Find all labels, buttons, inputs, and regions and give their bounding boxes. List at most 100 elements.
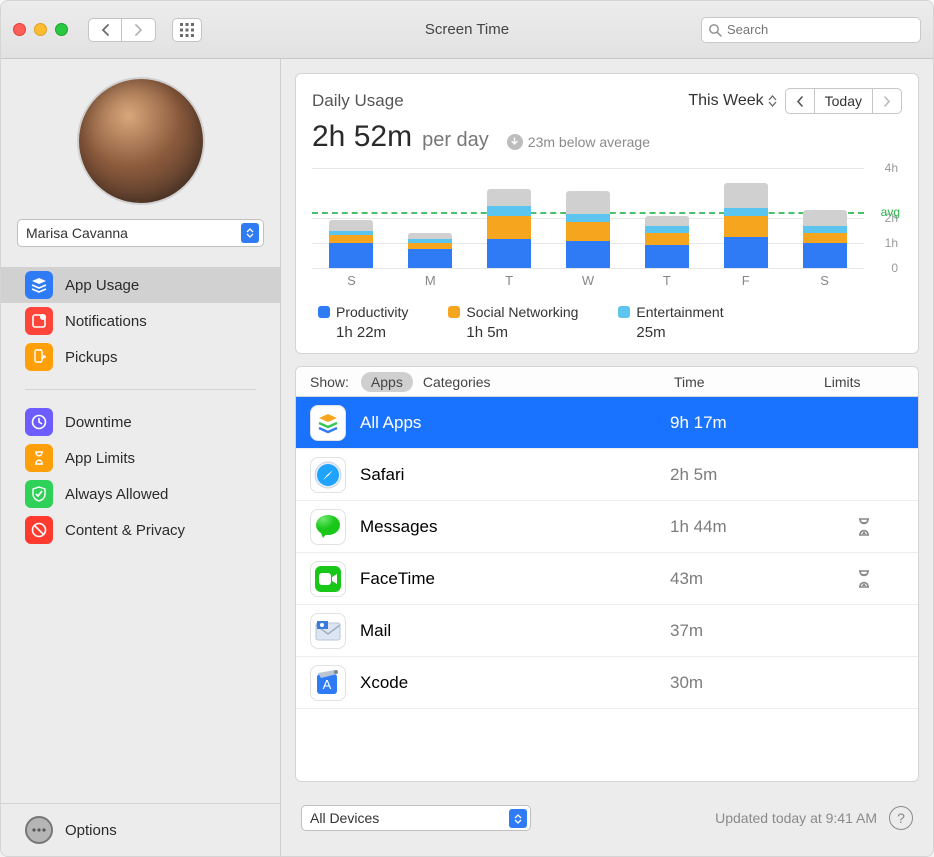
help-button[interactable]: ? bbox=[889, 806, 913, 830]
sidebar-item-label: Always Allowed bbox=[65, 486, 168, 503]
hourglass-icon bbox=[857, 518, 871, 536]
usage-chart: 01h2h4havgSMTWTFS bbox=[312, 168, 864, 288]
col-limits: Limits bbox=[824, 374, 904, 390]
table-row-messages[interactable]: Messages1h 44m bbox=[296, 501, 918, 553]
show-label: Show: bbox=[310, 374, 349, 390]
app-time: 9h 17m bbox=[670, 413, 810, 433]
x-tick-label: T bbox=[627, 273, 706, 288]
legend-swatch bbox=[618, 306, 630, 318]
user-avatar bbox=[77, 77, 205, 205]
chart-bar bbox=[645, 216, 689, 268]
minimize-window-button[interactable] bbox=[34, 23, 47, 36]
zoom-window-button[interactable] bbox=[55, 23, 68, 36]
legend-value: 1h 5m bbox=[448, 324, 578, 341]
table-row-mail[interactable]: Mail 37m bbox=[296, 605, 918, 657]
bell-square-icon bbox=[25, 307, 53, 335]
apps-table-card: Show: Apps Categories Time Limits All Ap… bbox=[295, 366, 919, 782]
app-time: 37m bbox=[670, 621, 810, 641]
app-name: Mail bbox=[360, 621, 391, 641]
back-button[interactable] bbox=[88, 18, 122, 42]
usage-summary-card: Daily Usage This Week Today bbox=[295, 73, 919, 354]
options-label: Options bbox=[65, 822, 117, 839]
legend-item: Entertainment 25m bbox=[618, 304, 723, 341]
sidebar-item-notifications[interactable]: Notifications bbox=[1, 303, 280, 339]
range-label: This Week bbox=[688, 92, 763, 110]
app-name: Xcode bbox=[360, 673, 408, 693]
sidebar-item-label: Notifications bbox=[65, 313, 147, 330]
stack-icon bbox=[25, 271, 53, 299]
sidebar-item-app-usage[interactable]: App Usage bbox=[1, 267, 280, 303]
sidebar-item-content-privacy[interactable]: Content & Privacy bbox=[1, 512, 280, 548]
sidebar-item-pickups[interactable]: Pickups bbox=[1, 339, 280, 375]
chart-bar bbox=[803, 210, 847, 268]
app-name: Messages bbox=[360, 517, 437, 537]
chevron-right-icon bbox=[883, 96, 891, 107]
window-controls bbox=[13, 23, 68, 36]
chart-legend: Productivity 1h 22m Social Networking 1h 5m… bbox=[312, 304, 902, 341]
legend-name: Productivity bbox=[336, 304, 408, 320]
legend-swatch bbox=[318, 306, 330, 318]
stack-icon bbox=[310, 405, 346, 441]
legend-name: Social Networking bbox=[466, 304, 578, 320]
legend-item: Social Networking 1h 5m bbox=[448, 304, 578, 341]
dropdown-chevron-icon bbox=[241, 223, 259, 243]
legend-value: 25m bbox=[618, 324, 723, 341]
x-tick-label: M bbox=[391, 273, 470, 288]
sidebar-item-app-limits[interactable]: App Limits bbox=[1, 440, 280, 476]
xcode-icon: A bbox=[310, 665, 346, 701]
updown-chevron-icon bbox=[768, 95, 777, 107]
footer: All Devices Updated today at 9:41 AM ? bbox=[295, 794, 919, 842]
col-time: Time bbox=[674, 374, 814, 390]
no-entry-icon bbox=[25, 516, 53, 544]
user-name-label: Marisa Cavanna bbox=[26, 225, 128, 241]
table-row-facetime[interactable]: FaceTime43m bbox=[296, 553, 918, 605]
sidebar-item-label: App Limits bbox=[65, 450, 135, 467]
x-tick-label: F bbox=[706, 273, 785, 288]
device-select[interactable]: All Devices bbox=[301, 805, 531, 831]
app-limit bbox=[824, 570, 904, 588]
next-day-button[interactable] bbox=[873, 88, 902, 114]
x-tick-label: S bbox=[785, 273, 864, 288]
legend-swatch bbox=[448, 306, 460, 318]
search-input[interactable] bbox=[727, 22, 914, 37]
sidebar-item-downtime[interactable]: Downtime bbox=[1, 404, 280, 440]
messages-icon bbox=[310, 509, 346, 545]
chart-bar bbox=[724, 183, 768, 268]
today-button[interactable]: Today bbox=[815, 88, 873, 114]
app-time: 30m bbox=[670, 673, 810, 693]
sidebar-item-always-allowed[interactable]: Always Allowed bbox=[1, 476, 280, 512]
forward-button[interactable] bbox=[122, 18, 156, 42]
grid-icon bbox=[180, 23, 194, 37]
safari-icon bbox=[310, 457, 346, 493]
app-time: 43m bbox=[670, 569, 810, 589]
search-field[interactable] bbox=[701, 17, 921, 43]
range-select[interactable]: This Week bbox=[688, 92, 776, 110]
hourglass-icon bbox=[857, 570, 871, 588]
clock-zz-icon bbox=[25, 408, 53, 436]
chevron-left-icon bbox=[796, 96, 804, 107]
app-name: All Apps bbox=[360, 413, 421, 433]
sidebar-options[interactable]: Options bbox=[1, 804, 280, 856]
mail-icon bbox=[310, 613, 346, 649]
close-window-button[interactable] bbox=[13, 23, 26, 36]
table-row-safari[interactable]: Safari2h 5m bbox=[296, 449, 918, 501]
toggle-categories[interactable]: Categories bbox=[413, 372, 501, 392]
dropdown-chevron-icon bbox=[509, 809, 527, 828]
sidebar-item-label: App Usage bbox=[65, 277, 139, 294]
sidebar-divider bbox=[25, 389, 256, 390]
prev-day-button[interactable] bbox=[785, 88, 815, 114]
x-tick-label: S bbox=[312, 273, 391, 288]
user-select[interactable]: Marisa Cavanna bbox=[17, 219, 264, 247]
usage-title: Daily Usage bbox=[312, 91, 404, 111]
svg-text:A: A bbox=[323, 677, 332, 692]
x-tick-label: W bbox=[549, 273, 628, 288]
legend-value: 1h 22m bbox=[318, 324, 408, 341]
search-icon bbox=[708, 23, 722, 37]
table-row-xcode[interactable]: A Xcode 30m bbox=[296, 657, 918, 709]
show-all-prefs-button[interactable] bbox=[172, 18, 202, 42]
toggle-apps[interactable]: Apps bbox=[361, 372, 413, 392]
show-toggle[interactable]: Apps Categories bbox=[361, 372, 501, 392]
app-name: Safari bbox=[360, 465, 404, 485]
legend-name: Entertainment bbox=[636, 304, 723, 320]
table-row-all[interactable]: All Apps 9h 17m bbox=[296, 397, 918, 449]
